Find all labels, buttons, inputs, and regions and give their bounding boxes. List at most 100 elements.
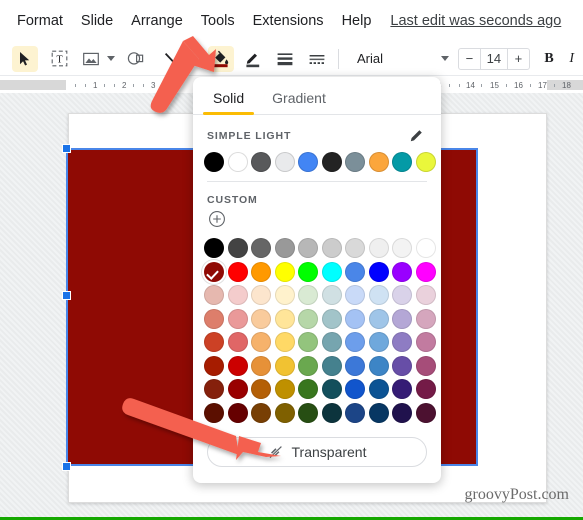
color-swatch-r0-c5[interactable] [321,238,342,258]
font-family-select[interactable]: Arial [347,51,438,66]
resize-handle-middle-left[interactable] [62,291,71,300]
color-swatch-r1-c0[interactable] [204,261,224,282]
color-swatch-r2-c8[interactable] [392,285,412,305]
text-box-tool-button[interactable]: T [46,46,72,72]
color-swatch-r5-c3[interactable] [274,355,295,376]
color-swatch-r0-c2[interactable] [251,238,271,258]
color-swatch-r1-c8[interactable] [392,261,412,282]
color-swatch-r2-c2[interactable] [251,285,271,305]
color-swatch-r7-c8[interactable] [392,402,412,423]
color-swatch-r0-c1[interactable] [227,238,248,258]
color-swatch-r0-c9[interactable] [415,238,436,258]
resize-handle-bottom-left[interactable] [62,462,71,471]
color-swatch-r0-c6[interactable] [345,238,365,258]
color-swatch-r0-c8[interactable] [392,238,412,258]
color-swatch-r7-c7[interactable] [368,402,389,423]
color-swatch-r4-c0[interactable] [204,332,224,352]
color-swatch-r2-c6[interactable] [345,285,365,305]
color-swatch-r4-c7[interactable] [368,332,389,352]
color-swatch-r2-c0[interactable] [204,285,224,305]
color-swatch-r1-c4[interactable] [298,261,318,282]
menu-item-slide[interactable]: Slide [72,9,122,33]
color-swatch-r0-c7[interactable] [368,238,389,258]
color-swatch-r3-c9[interactable] [415,308,436,329]
color-swatch-r6-c6[interactable] [345,379,365,399]
color-swatch-r1-c1[interactable] [227,261,248,282]
color-swatch-r4-c8[interactable] [392,332,412,352]
color-swatch-r6-c9[interactable] [415,379,436,399]
color-swatch-r7-c0[interactable] [204,402,224,423]
color-swatch-r7-c1[interactable] [227,402,248,423]
menu-item-arrange[interactable]: Arrange [122,9,192,33]
color-swatch-r7-c2[interactable] [251,402,271,423]
simple-light-swatch-3[interactable] [274,152,295,172]
color-swatch-r2-c7[interactable] [368,285,389,305]
color-swatch-r6-c4[interactable] [298,379,318,399]
color-swatch-r3-c8[interactable] [392,308,412,329]
color-swatch-r2-c4[interactable] [298,285,318,305]
color-swatch-r0-c0[interactable] [204,238,224,258]
tab-gradient[interactable]: Gradient [258,90,340,114]
color-swatch-r6-c3[interactable] [274,379,295,399]
color-swatch-r4-c5[interactable] [321,332,342,352]
simple-light-swatch-7[interactable] [368,152,389,172]
simple-light-swatch-0[interactable] [204,152,224,172]
color-swatch-r7-c4[interactable] [298,402,318,423]
color-swatch-r3-c7[interactable] [368,308,389,329]
border-weight-tool-button[interactable] [272,46,298,72]
simple-light-swatch-6[interactable] [345,152,365,172]
color-swatch-r6-c8[interactable] [392,379,412,399]
insert-image-tool-button[interactable] [78,46,104,72]
tab-solid[interactable]: Solid [199,90,258,115]
line-tool-button[interactable] [158,46,184,72]
simple-light-swatch-8[interactable] [392,152,412,172]
color-swatch-r1-c3[interactable] [274,261,295,282]
color-swatch-r1-c9[interactable] [415,261,436,282]
color-swatch-r5-c9[interactable] [415,355,436,376]
simple-light-swatch-4[interactable] [298,152,318,172]
bold-button[interactable]: B [538,47,561,71]
color-swatch-r2-c3[interactable] [274,285,295,305]
simple-light-swatch-1[interactable] [227,152,248,172]
color-swatch-r6-c5[interactable] [321,379,342,399]
color-swatch-r6-c2[interactable] [251,379,271,399]
color-swatch-r4-c2[interactable] [251,332,271,352]
shape-tool-button[interactable] [122,46,148,72]
color-swatch-r7-c6[interactable] [345,402,365,423]
simple-light-swatch-5[interactable] [321,152,342,172]
color-swatch-r5-c8[interactable] [392,355,412,376]
color-swatch-r0-c3[interactable] [274,238,295,258]
color-swatch-r3-c3[interactable] [274,308,295,329]
font-size-decrease-button[interactable]: − [459,49,480,69]
resize-handle-top-left[interactable] [62,144,71,153]
menu-item-tools[interactable]: Tools [192,9,244,33]
color-swatch-r5-c6[interactable] [345,355,365,376]
add-custom-color-button[interactable] [208,210,228,230]
color-swatch-r3-c0[interactable] [204,308,224,329]
color-swatch-r5-c0[interactable] [204,355,224,376]
color-swatch-r2-c9[interactable] [415,285,436,305]
simple-light-swatch-9[interactable] [415,152,436,172]
color-swatch-r5-c5[interactable] [321,355,342,376]
color-swatch-r7-c9[interactable] [415,402,436,423]
fill-color-tool-button[interactable] [208,45,234,72]
color-swatch-r3-c2[interactable] [251,308,271,329]
color-swatch-r4-c6[interactable] [345,332,365,352]
color-swatch-r5-c1[interactable] [227,355,248,376]
color-swatch-r2-c5[interactable] [321,285,342,305]
insert-image-dropdown-caret[interactable] [104,46,118,72]
color-swatch-r3-c5[interactable] [321,308,342,329]
transparent-button[interactable]: Transparent [207,436,427,467]
edit-theme-colors-button[interactable] [409,127,427,145]
color-swatch-r7-c3[interactable] [274,402,295,423]
menu-item-help[interactable]: Help [333,9,381,33]
line-dropdown-caret[interactable] [184,46,198,72]
font-family-dropdown-caret[interactable] [438,46,452,72]
color-swatch-r4-c1[interactable] [227,332,248,352]
color-swatch-r3-c6[interactable] [345,308,365,329]
color-swatch-r1-c2[interactable] [251,261,271,282]
color-swatch-r6-c1[interactable] [227,379,248,399]
color-swatch-r1-c6[interactable] [345,261,365,282]
color-swatch-r2-c1[interactable] [227,285,248,305]
menu-item-extensions[interactable]: Extensions [244,9,333,33]
